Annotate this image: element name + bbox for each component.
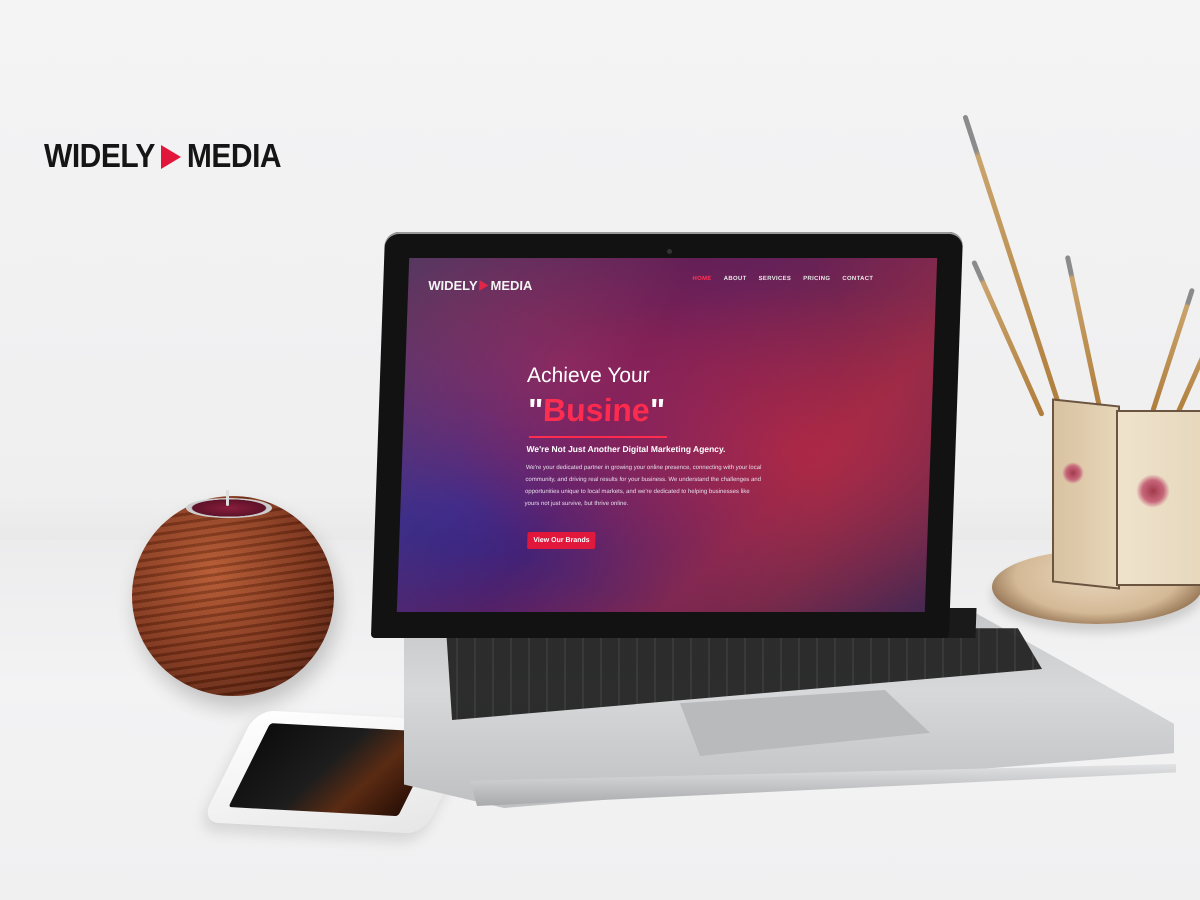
brush-holder-left-face bbox=[1052, 398, 1120, 590]
screen-glare bbox=[396, 258, 938, 612]
hero-subtitle: We're Not Just Another Digital Marketing… bbox=[526, 444, 726, 454]
camera-icon bbox=[667, 249, 672, 254]
typed-word: Busine bbox=[542, 392, 651, 428]
paintbrush bbox=[1064, 254, 1103, 413]
nav-services[interactable]: SERVICES bbox=[758, 276, 791, 282]
site-nav: HOME ABOUT SERVICES PRICING CONTACT bbox=[692, 276, 873, 282]
play-icon bbox=[160, 145, 181, 169]
site-logo[interactable]: WIDELY MEDIA bbox=[428, 278, 533, 293]
nav-pricing[interactable]: PRICING bbox=[803, 276, 830, 282]
quote-open: " bbox=[527, 392, 544, 428]
quote-close: " bbox=[649, 392, 666, 428]
hero-body: We're your dedicated partner in growing … bbox=[524, 465, 762, 507]
nav-home[interactable]: HOME bbox=[692, 276, 711, 282]
paintbrush bbox=[962, 114, 1063, 411]
hero-underline bbox=[528, 436, 667, 438]
play-icon bbox=[479, 280, 489, 291]
nav-contact[interactable]: CONTACT bbox=[842, 276, 873, 282]
brand-logo-left: WIDELY bbox=[44, 138, 155, 175]
candle-holder bbox=[132, 496, 334, 696]
laptop-screen: WIDELY MEDIA HOME ABOUT SERVICES PRICING… bbox=[396, 258, 938, 612]
candle-wick bbox=[226, 490, 229, 506]
site-logo-right: MEDIA bbox=[490, 278, 533, 293]
candle-top bbox=[186, 498, 272, 518]
brand-logo: WIDELY MEDIA bbox=[44, 138, 282, 175]
site-logo-left: WIDELY bbox=[427, 278, 478, 293]
hero-title: Achieve Your bbox=[526, 364, 651, 387]
brand-logo-right: MEDIA bbox=[186, 138, 282, 175]
view-brands-button[interactable]: View Our Brands bbox=[527, 532, 596, 549]
nav-about[interactable]: ABOUT bbox=[724, 276, 747, 282]
hero-typed-text: "Busine" bbox=[527, 392, 665, 429]
flower-illustration bbox=[1136, 474, 1170, 508]
flower-illustration bbox=[1062, 462, 1084, 484]
